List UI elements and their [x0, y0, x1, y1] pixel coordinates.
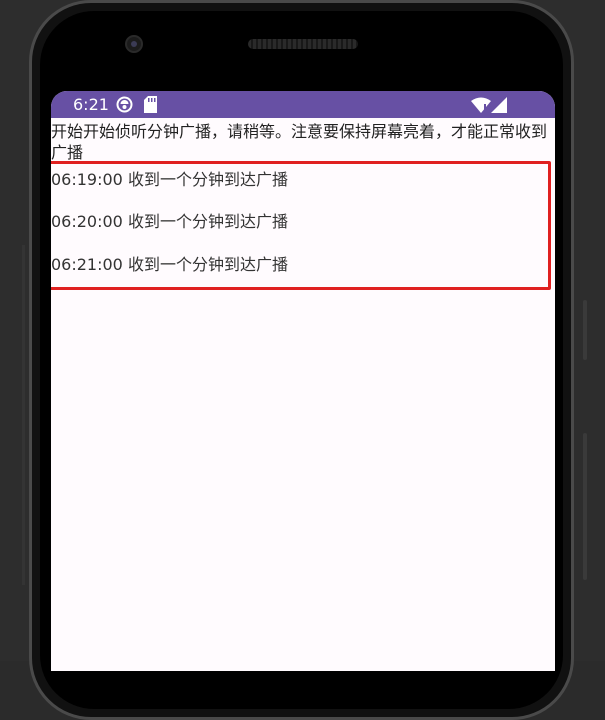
sync-icon: [116, 96, 133, 113]
volume-button[interactable]: [583, 433, 587, 580]
power-button[interactable]: [583, 300, 587, 360]
sd-card-icon: [144, 96, 157, 113]
front-camera-icon: [125, 35, 143, 53]
log-line: 06:20:00 收到一个分钟到达广播: [51, 212, 288, 231]
signal-icon: [491, 97, 507, 113]
earpiece-speaker: [248, 39, 358, 49]
log-line: 06:21:00 收到一个分钟到达广播: [51, 255, 288, 274]
status-time: 6:21: [73, 95, 109, 114]
wifi-icon: [471, 97, 491, 113]
log-line: 06:19:00 收到一个分钟到达广播: [51, 170, 288, 189]
status-bar: 6:21: [51, 91, 555, 118]
device-screen: 6:21 开始开始侦听分钟广播，请稍等。注意要保持屏幕亮着，才能正常收到广播 0…: [51, 91, 555, 671]
frame-edge: [22, 245, 25, 585]
emulator-frame: 6:21 开始开始侦听分钟广播，请稍等。注意要保持屏幕亮着，才能正常收到广播 0…: [0, 0, 605, 720]
listening-notice: 开始开始侦听分钟广播，请稍等。注意要保持屏幕亮着，才能正常收到广播: [51, 122, 548, 161]
